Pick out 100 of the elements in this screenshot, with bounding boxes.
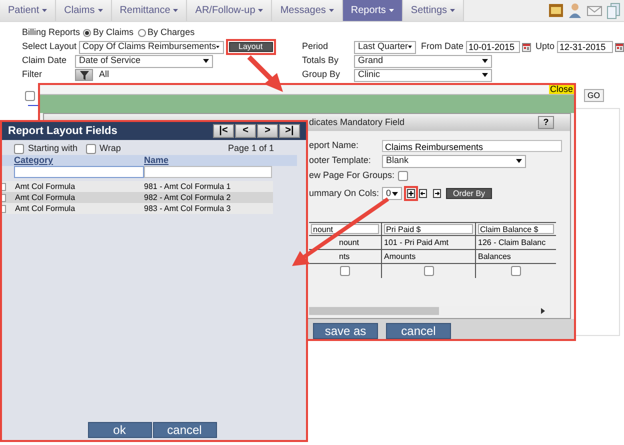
caret-icon bbox=[203, 59, 209, 63]
table-cell-text: Amt Col Formula bbox=[15, 192, 76, 204]
layout-dropdown[interactable]: Copy Of Claims Reimbursements bbox=[78, 40, 224, 54]
column-title-field[interactable]: Pri Paid $ bbox=[384, 224, 473, 234]
field-label: Period bbox=[302, 40, 330, 54]
table-cell: Balances bbox=[478, 250, 511, 262]
checkbox[interactable] bbox=[14, 144, 24, 154]
field-label: ummary On Cols: bbox=[309, 186, 380, 200]
period-dropdown[interactable]: Last Quarter bbox=[354, 40, 416, 54]
field-label: Upto bbox=[536, 40, 555, 54]
caret-icon bbox=[258, 9, 264, 12]
field-label: Select Layout bbox=[22, 40, 77, 54]
column-title-field[interactable]: nount bbox=[311, 224, 379, 234]
help-button[interactable]: ? bbox=[538, 116, 554, 129]
panel-button[interactable]: cancel bbox=[152, 422, 216, 438]
column-title-field[interactable]: Claim Balance $ bbox=[478, 224, 554, 234]
funnel-icon bbox=[80, 70, 88, 80]
calendar-icon[interactable] bbox=[522, 42, 531, 52]
ehr-icon[interactable] bbox=[549, 4, 563, 17]
caret-icon bbox=[388, 9, 394, 12]
nav-tab[interactable]: AR/Follow-up bbox=[187, 0, 272, 21]
caret-icon bbox=[450, 9, 456, 12]
group-dropdown[interactable]: Clinic bbox=[354, 68, 492, 82]
nav-tab[interactable]: Patient bbox=[0, 0, 56, 21]
column-header[interactable]: Category bbox=[14, 154, 144, 168]
table-cell: 982 - Amt Col Formula 2 bbox=[144, 192, 231, 204]
checkbox[interactable] bbox=[86, 144, 96, 154]
pager-button[interactable]: |< bbox=[213, 124, 234, 138]
caret-icon bbox=[173, 9, 178, 12]
field-label: From Date bbox=[421, 40, 464, 54]
checkbox[interactable] bbox=[25, 90, 35, 100]
move-right-icon[interactable] bbox=[433, 189, 442, 198]
checkbox[interactable] bbox=[424, 266, 434, 276]
filter-field[interactable] bbox=[14, 166, 144, 178]
dialog-button[interactable]: save as bbox=[313, 323, 378, 339]
table-cell: Amounts bbox=[384, 250, 416, 262]
table-cell-text: Amt Col Formula bbox=[15, 180, 76, 192]
nav-tab[interactable]: Remittance bbox=[112, 0, 188, 21]
scroll-right-icon[interactable] bbox=[541, 308, 545, 314]
field-row[interactable]: Amt Col Formula 983 - Amt Col Formula 3 bbox=[2, 203, 273, 214]
table-cell: nts bbox=[339, 250, 350, 262]
column-header[interactable]: Name bbox=[144, 154, 169, 168]
field-label: Claim Date bbox=[22, 54, 68, 68]
pager-button[interactable]: < bbox=[235, 124, 256, 138]
field-row[interactable]: Amt Col Formula 982 - Amt Col Formula 2 bbox=[2, 192, 273, 203]
pager-button[interactable]: > bbox=[257, 124, 278, 138]
go-button[interactable]: GO bbox=[584, 89, 604, 102]
claim-date-dropdown[interactable]: Date of Service bbox=[75, 54, 213, 68]
layout-button[interactable]: Layout bbox=[228, 42, 273, 52]
order-by-button[interactable]: Order By bbox=[446, 188, 492, 199]
checkbox[interactable] bbox=[340, 266, 350, 276]
field-label: ew Page For Groups: bbox=[309, 169, 395, 182]
field-label: Group By bbox=[302, 68, 342, 82]
panel-title: Report Layout Fields bbox=[8, 124, 118, 139]
field-label: Billing Reports bbox=[22, 26, 80, 40]
field-row[interactable]: Amt Col Formula 981 - Amt Col Formula 1 bbox=[2, 181, 273, 192]
field-label: All bbox=[99, 68, 110, 82]
table-cell: 981 - Amt Col Formula 1 bbox=[144, 180, 231, 192]
table-cell-text: Amt Col Formula bbox=[15, 202, 76, 214]
dialog-button[interactable]: cancel bbox=[386, 323, 451, 339]
checkbox[interactable] bbox=[511, 266, 521, 276]
close-link[interactable]: Close bbox=[548, 85, 574, 94]
field-label: Filter bbox=[22, 68, 43, 82]
filter-field[interactable] bbox=[144, 166, 272, 178]
radio-button[interactable] bbox=[83, 29, 92, 37]
nav-tab[interactable]: Claims bbox=[56, 0, 112, 21]
caret-icon bbox=[408, 45, 412, 49]
footer-dropdown[interactable]: Blank bbox=[382, 154, 526, 168]
report-name-field[interactable]: Claims Reimbursements bbox=[382, 140, 562, 152]
date-field[interactable]: 10-01-2015 bbox=[466, 41, 520, 53]
header-text: dicates Mandatory Field bbox=[309, 116, 405, 129]
checkbox[interactable] bbox=[398, 171, 408, 181]
calendar-icon[interactable] bbox=[614, 42, 624, 52]
caret-icon bbox=[216, 45, 220, 49]
radio-button[interactable] bbox=[138, 29, 146, 37]
documents-icon[interactable] bbox=[607, 2, 620, 18]
totals-dropdown[interactable]: Grand bbox=[354, 54, 492, 68]
caret-icon bbox=[516, 159, 522, 163]
pager-button[interactable]: >| bbox=[279, 124, 300, 138]
nav-tab[interactable]: Messages bbox=[272, 0, 343, 21]
field-label: Totals By bbox=[302, 54, 340, 68]
table-cell: 126 - Claim Balanc bbox=[478, 236, 546, 248]
panel-button[interactable]: ok bbox=[88, 422, 152, 438]
nav-tab[interactable]: Settings bbox=[402, 0, 464, 21]
move-left-icon[interactable] bbox=[419, 189, 428, 198]
user-icon[interactable] bbox=[568, 3, 582, 18]
summary-dropdown[interactable]: 0 bbox=[382, 187, 402, 200]
field-label: Wrap bbox=[100, 142, 121, 156]
field-label: ooter Template: bbox=[309, 154, 372, 168]
radio-label: By Charges bbox=[148, 26, 195, 40]
table-cell: 983 - Amt Col Formula 3 bbox=[144, 202, 231, 214]
add-icon[interactable] bbox=[407, 189, 416, 198]
caret-icon bbox=[328, 9, 334, 12]
date-field[interactable]: 12-31-2015 bbox=[556, 41, 613, 53]
filter-button[interactable] bbox=[75, 69, 93, 81]
caret-icon bbox=[392, 192, 398, 196]
nav-tab[interactable]: Reports bbox=[342, 0, 403, 21]
page-count: Page 1 of 1 bbox=[228, 142, 274, 156]
mail-icon[interactable] bbox=[587, 6, 602, 16]
caret-icon bbox=[98, 9, 103, 12]
